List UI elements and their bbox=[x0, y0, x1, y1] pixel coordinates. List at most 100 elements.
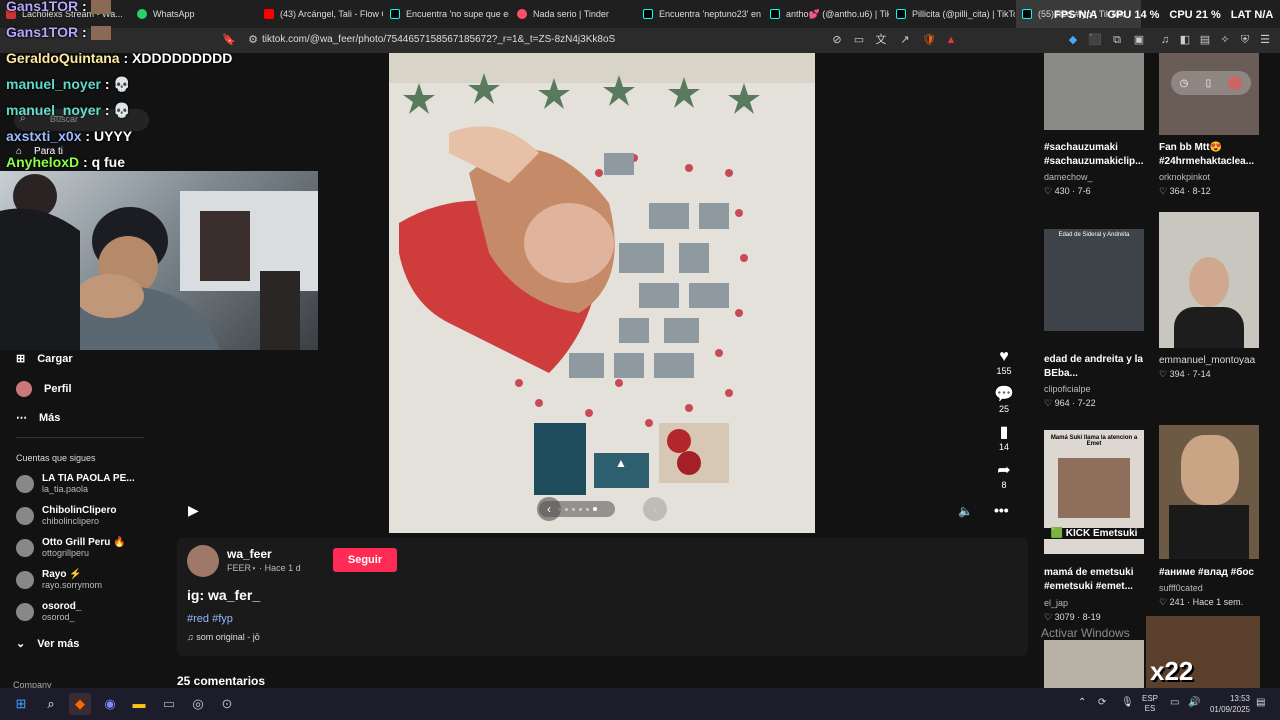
video-title[interactable]: mamá de emetsuki #emetsuki #emet... bbox=[1044, 566, 1154, 594]
url-field[interactable]: tiktok.com/@wa_feer/photo/75446571585671… bbox=[262, 33, 822, 47]
brave-shield-icon[interactable]: 🛡 bbox=[922, 33, 936, 47]
page-dot[interactable] bbox=[571, 507, 575, 511]
see-more-button[interactable]: ⌄ Ver más bbox=[16, 637, 79, 651]
following-account[interactable]: osorod_ osorod_ bbox=[16, 601, 81, 622]
volume-icon[interactable]: 🔊 bbox=[1188, 697, 1200, 708]
app-icon[interactable]: ▭ bbox=[158, 693, 180, 715]
video-user[interactable]: el_jap bbox=[1044, 598, 1068, 608]
extension-icon[interactable]: ⬛ bbox=[1088, 33, 1102, 47]
recommended-thumbnail[interactable] bbox=[1044, 53, 1144, 130]
clock[interactable]: 13:53 01/09/2025 bbox=[1208, 693, 1250, 715]
windows-start-icon[interactable]: ⊞ bbox=[10, 693, 32, 715]
extensions-icon[interactable]: ⧉ bbox=[1110, 33, 1124, 47]
tab-tiktok-antho[interactable]: antho💕 (@antho.u6) | Tik bbox=[764, 0, 889, 28]
share-button[interactable]: ➦ 8 bbox=[990, 462, 1018, 490]
avatar bbox=[1228, 76, 1243, 90]
app-icon[interactable]: ⊙ bbox=[216, 693, 238, 715]
nav-more[interactable]: ⋯ Más bbox=[16, 411, 60, 425]
following-account[interactable]: LA TIA PAOLA PE... la_tia.paola bbox=[16, 473, 135, 494]
obs-app-icon[interactable]: ◎ bbox=[187, 693, 209, 715]
video-user[interactable]: sufff0cated bbox=[1159, 583, 1203, 593]
search-input[interactable]: Buscar bbox=[14, 109, 149, 131]
like-button[interactable]: ♥ 155 bbox=[990, 348, 1018, 376]
discord-app-icon[interactable]: ◉ bbox=[99, 693, 121, 715]
following-account[interactable]: Otto Grill Peru 🔥 ottogrillperu bbox=[16, 537, 126, 558]
cast-icon[interactable]: ▭ bbox=[852, 33, 866, 47]
tracking-off-icon[interactable]: ⊘ bbox=[830, 33, 844, 47]
page-dot-active[interactable] bbox=[592, 507, 597, 511]
gpu-label: GPU bbox=[1107, 9, 1132, 21]
recommended-thumbnail[interactable] bbox=[1044, 640, 1144, 688]
page-dot[interactable] bbox=[585, 507, 589, 511]
post-photo[interactable]: ‹ › ▲ bbox=[389, 53, 815, 533]
post-username[interactable]: wa_feer bbox=[227, 547, 272, 561]
video-title[interactable]: #аниме #влад #бос bbox=[1159, 566, 1269, 580]
like-count: 155 bbox=[996, 366, 1012, 376]
recommended-thumbnail[interactable] bbox=[1159, 425, 1259, 559]
video-user[interactable]: emmanuel_montoyaa bbox=[1159, 355, 1255, 366]
translate-icon[interactable]: 文 bbox=[874, 33, 888, 47]
account-handle: rayo.sorrymom bbox=[42, 580, 103, 590]
language-indicator[interactable]: ESP ES bbox=[1142, 694, 1158, 714]
next-photo-button[interactable]: › bbox=[643, 497, 667, 521]
share-icon[interactable]: ↗ bbox=[898, 33, 912, 47]
nav-for-you[interactable]: ⌂ Para ti bbox=[16, 146, 63, 157]
tab-tiktok-search-2[interactable]: Encuentra 'neptuno23' en bbox=[637, 0, 762, 28]
notification-icon[interactable]: ▤ bbox=[1256, 697, 1265, 708]
comment-button[interactable]: 💬 25 bbox=[990, 386, 1018, 414]
tab-tiktok-pilli[interactable]: Pillicita (@pilli_cita) | TikTo bbox=[890, 0, 1015, 28]
file-explorer-icon[interactable]: ▬ bbox=[128, 693, 150, 715]
thumb-overlay-text: Mamá Suki llama la atencion a Emet bbox=[1050, 435, 1138, 447]
save-button[interactable]: ▮ 14 bbox=[990, 424, 1018, 452]
thumb-shirt bbox=[1169, 505, 1249, 559]
tab-tinder[interactable]: Nada serio | Tinder bbox=[511, 0, 636, 28]
menu-icon[interactable]: ☰ bbox=[1258, 33, 1272, 47]
lang-primary: ESP bbox=[1142, 694, 1159, 703]
chat-message: manuel_noyer : 💀 bbox=[6, 76, 131, 93]
recommended-thumbnail[interactable]: Mamá Suki llama la atencion a Emet 🟩 KIC… bbox=[1044, 430, 1144, 554]
avatar[interactable] bbox=[187, 545, 219, 577]
recommended-thumbnail[interactable] bbox=[1159, 212, 1259, 348]
vpn-icon[interactable]: ◆ bbox=[1066, 33, 1080, 47]
rewards-icon[interactable]: ▲ bbox=[944, 33, 958, 47]
search-icon[interactable]: ⌕ bbox=[40, 693, 62, 715]
video-stats: ♡ 364 · 8-12 bbox=[1159, 186, 1211, 196]
wallet-icon[interactable]: ▤ bbox=[1198, 33, 1212, 47]
chat-text: : 💀 bbox=[104, 76, 131, 92]
video-user[interactable]: damechow_ bbox=[1044, 172, 1093, 182]
prev-photo-button[interactable]: ‹ bbox=[537, 497, 561, 521]
media-icon[interactable]: ♫ bbox=[1158, 33, 1172, 47]
shield-icon[interactable]: ⛨ bbox=[1238, 33, 1252, 47]
video-user[interactable]: clipoficialpe bbox=[1044, 384, 1091, 394]
video-user[interactable]: orknokpinkot bbox=[1159, 172, 1210, 182]
video-title[interactable]: edad de andreita y la BEba... bbox=[1044, 353, 1154, 381]
mic-icon[interactable]: 🎙 bbox=[1121, 697, 1134, 708]
more-options-icon[interactable]: ••• bbox=[994, 502, 1009, 518]
volume-icon[interactable]: 🔈 bbox=[958, 504, 973, 518]
screenshot-icon[interactable]: ▣ bbox=[1132, 33, 1146, 47]
thumb-face bbox=[1181, 435, 1239, 505]
recommended-thumbnail[interactable]: Edad de Sideral y Andreita bbox=[1044, 229, 1144, 331]
video-title[interactable]: #sachauzumaki #sachauzumakiclip... bbox=[1044, 141, 1154, 169]
sidebar-icon[interactable]: ◧ bbox=[1178, 33, 1192, 47]
video-title[interactable]: Fan bb Mtt😍 #24hrmehaktaclea... bbox=[1159, 141, 1269, 169]
leo-icon[interactable]: ✧ bbox=[1218, 33, 1232, 47]
sync-icon[interactable]: ⟳ bbox=[1098, 697, 1106, 708]
post-sound[interactable]: ♫ som original - jō bbox=[187, 632, 260, 642]
following-account[interactable]: Rayo ⚡ rayo.sorrymom bbox=[16, 569, 102, 590]
recommended-thumbnail[interactable]: ◷ ▯ bbox=[1159, 53, 1259, 135]
post-subtitle: FEER⋆ · Hace 1 d bbox=[227, 563, 301, 573]
nav-upload[interactable]: ⊞ Cargar bbox=[16, 352, 73, 366]
page-dot[interactable] bbox=[578, 507, 582, 511]
tab-tiktok-search-1[interactable]: Encuentra 'no supe que er bbox=[384, 0, 509, 28]
brave-app-icon[interactable]: ◆ bbox=[69, 693, 91, 715]
following-account[interactable]: ChibolinClipero chibolinclipero bbox=[16, 505, 116, 526]
post-hashtags[interactable]: #red #fyp bbox=[187, 613, 233, 625]
account-name: Otto Grill Peru 🔥 bbox=[42, 537, 126, 548]
play-icon[interactable]: ▶ bbox=[188, 502, 199, 519]
network-icon[interactable]: ▭ bbox=[1170, 697, 1179, 708]
page-dot[interactable] bbox=[564, 507, 568, 511]
nav-profile[interactable]: Perfil bbox=[16, 381, 72, 397]
follow-button[interactable]: Seguir bbox=[333, 548, 397, 572]
chevron-up-icon[interactable]: ⌃ bbox=[1078, 697, 1086, 708]
